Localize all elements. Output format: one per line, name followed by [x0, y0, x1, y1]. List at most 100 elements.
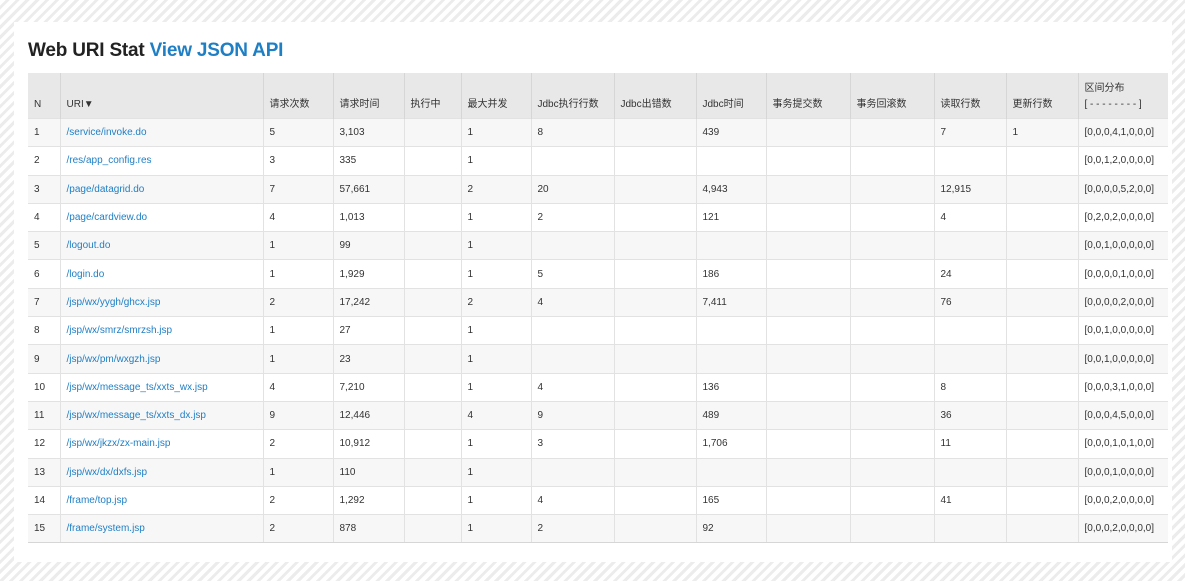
col-header-n[interactable]: N	[28, 73, 60, 119]
uri-link[interactable]: /frame/top.jsp	[67, 495, 128, 506]
uri-link[interactable]: /jsp/wx/message_ts/xxts_wx.jsp	[67, 382, 208, 393]
uri-link[interactable]: /jsp/wx/dx/dxfs.jsp	[67, 467, 148, 478]
col-header-tx-rollback[interactable]: 事务回滚数	[849, 73, 934, 119]
uri-link[interactable]: /jsp/wx/pm/wxgzh.jsp	[67, 354, 161, 365]
cell-n: 2	[28, 146, 60, 176]
col-header-tx-commit[interactable]: 事务提交数	[765, 73, 850, 119]
col-header-jdbc-errors[interactable]: Jdbc出错数	[613, 73, 696, 119]
cell-jdbc-time: 186	[695, 259, 766, 289]
uri-link[interactable]: /res/app_config.res	[67, 155, 152, 166]
cell-request-count: 7	[262, 174, 333, 204]
uri-link[interactable]: /frame/system.jsp	[67, 523, 145, 534]
cell-request-count: 5	[262, 117, 333, 147]
col-header-read-rows[interactable]: 读取行数	[933, 73, 1006, 119]
cell-jdbc-time: 92	[695, 514, 766, 544]
uri-link[interactable]: /logout.do	[67, 240, 111, 251]
cell-request-time: 17,242	[332, 287, 404, 317]
cell-jdbc-exec	[530, 231, 614, 260]
cell-uri: /res/app_config.res	[59, 146, 263, 176]
cell-n: 14	[28, 485, 60, 515]
cell-tx-rollback	[849, 202, 934, 232]
cell-tx-commit	[765, 344, 850, 374]
col-header-request-count[interactable]: 请求次数	[262, 73, 333, 119]
cell-n: 5	[28, 231, 60, 260]
cell-histogram: [0,0,0,0,1,0,0,0]	[1077, 259, 1168, 289]
cell-jdbc-time	[695, 457, 766, 487]
col-header-histogram[interactable]: 区间分布 [ - - - - - - - - ]	[1077, 73, 1168, 119]
cell-read-rows: 11	[933, 429, 1006, 459]
cell-tx-commit	[765, 514, 850, 544]
table-row: 12/jsp/wx/jkzx/zx-main.jsp 2 10,912 1 3 1,706…	[28, 429, 1168, 459]
cell-tx-commit	[765, 485, 850, 515]
col-header-update-rows[interactable]: 更新行数	[1005, 73, 1078, 119]
cell-request-count: 2	[262, 485, 333, 515]
cell-read-rows: 36	[933, 400, 1006, 430]
uri-link[interactable]: /login.do	[67, 269, 105, 280]
col-header-uri[interactable]: URI▼	[59, 73, 263, 119]
cell-uri: /service/invoke.do	[59, 117, 263, 147]
cell-tx-commit	[765, 400, 850, 430]
cell-request-time: 7,210	[332, 372, 404, 402]
cell-max-concurrent: 1	[460, 485, 531, 515]
cell-running	[403, 231, 461, 260]
col-header-request-time[interactable]: 请求时间	[332, 73, 404, 119]
cell-max-concurrent: 1	[460, 259, 531, 289]
cell-jdbc-time: 439	[695, 117, 766, 147]
cell-update-rows	[1005, 457, 1078, 487]
cell-running	[403, 146, 461, 176]
table-row: 3/page/datagrid.do 7 57,661 2 20 4,943 12,915 […	[28, 174, 1168, 204]
cell-request-count: 4	[262, 372, 333, 402]
cell-update-rows	[1005, 146, 1078, 176]
cell-tx-commit	[765, 117, 850, 147]
uri-link[interactable]: /jsp/wx/message_ts/xxts_dx.jsp	[67, 410, 207, 421]
cell-request-time: 110	[332, 457, 404, 487]
uri-link[interactable]: /service/invoke.do	[67, 127, 147, 138]
table-row: 15/frame/system.jsp 2 878 1 2 92 [0,0,0,2,0,0,…	[28, 514, 1168, 544]
cell-histogram: [0,0,1,0,0,0,0,0]	[1077, 344, 1168, 374]
cell-uri: /jsp/wx/yygh/ghcx.jsp	[59, 287, 263, 317]
cell-jdbc-exec: 4	[530, 372, 614, 402]
cell-running	[403, 429, 461, 459]
cell-n: 6	[28, 259, 60, 289]
cell-request-count: 1	[262, 316, 333, 345]
cell-request-time: 10,912	[332, 429, 404, 459]
uri-link[interactable]: /jsp/wx/jkzx/zx-main.jsp	[67, 438, 171, 449]
cell-request-count: 1	[262, 231, 333, 260]
uri-link[interactable]: /page/cardview.do	[67, 212, 148, 223]
cell-read-rows: 7	[933, 117, 1006, 147]
view-json-api-link[interactable]: View JSON API	[150, 40, 284, 61]
col-header-jdbc-time[interactable]: Jdbc时间	[695, 73, 766, 119]
cell-uri: /page/datagrid.do	[59, 174, 263, 204]
cell-read-rows	[933, 146, 1006, 176]
cell-running	[403, 202, 461, 232]
cell-uri: /jsp/wx/message_ts/xxts_wx.jsp	[59, 372, 263, 402]
uri-link[interactable]: /jsp/wx/yygh/ghcx.jsp	[67, 297, 161, 308]
cell-tx-rollback	[849, 259, 934, 289]
cell-histogram: [0,0,0,0,5,2,0,0]	[1077, 174, 1168, 204]
cell-tx-commit	[765, 146, 850, 176]
cell-histogram: [0,0,0,2,0,0,0,0]	[1077, 485, 1168, 515]
cell-histogram: [0,2,0,2,0,0,0,0]	[1077, 202, 1168, 232]
col-header-max-concurrent[interactable]: 最大并发	[460, 73, 531, 119]
uri-link[interactable]: /page/datagrid.do	[67, 184, 145, 195]
cell-request-time: 12,446	[332, 400, 404, 430]
cell-jdbc-exec	[530, 344, 614, 374]
table-row: 2/res/app_config.res 3 335 1 [0,0,1,2,0,0,0,…	[28, 146, 1168, 176]
cell-tx-rollback	[849, 117, 934, 147]
cell-n: 13	[28, 457, 60, 487]
cell-max-concurrent: 1	[460, 146, 531, 176]
cell-max-concurrent: 1	[460, 231, 531, 260]
cell-jdbc-errors	[613, 231, 696, 260]
col-header-running[interactable]: 执行中	[403, 73, 461, 119]
col-header-jdbc-exec[interactable]: Jdbc执行行数	[530, 73, 614, 119]
uri-link[interactable]: /jsp/wx/smrz/smrzsh.jsp	[67, 325, 173, 336]
cell-tx-commit	[765, 316, 850, 345]
table-row: 14/frame/top.jsp 2 1,292 1 4 165 41 [0,0,0,2,0,…	[28, 485, 1168, 515]
cell-uri: /frame/top.jsp	[59, 485, 263, 515]
cell-tx-commit	[765, 372, 850, 402]
cell-read-rows: 4	[933, 202, 1006, 232]
cell-jdbc-errors	[613, 202, 696, 232]
cell-jdbc-errors	[613, 344, 696, 374]
cell-histogram: [0,0,0,2,0,0,0,0]	[1077, 514, 1168, 544]
cell-read-rows	[933, 514, 1006, 544]
